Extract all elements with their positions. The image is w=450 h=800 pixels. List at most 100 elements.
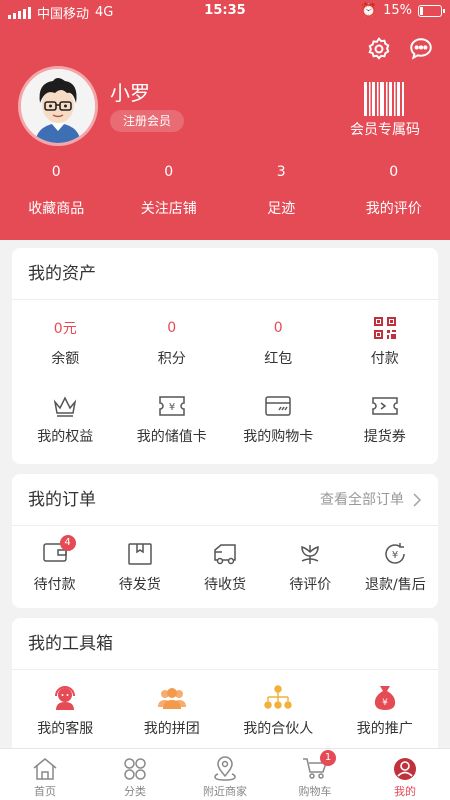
- tab-nearby[interactable]: 附近商家: [180, 749, 270, 800]
- order-pending-review[interactable]: 待评价: [268, 540, 353, 594]
- stat-value: 3: [276, 164, 286, 180]
- view-all-orders-link[interactable]: 查看全部订单: [320, 474, 422, 526]
- assets-title: 我的资产: [12, 248, 438, 300]
- promotion-bag-icon: ¥: [374, 686, 395, 710]
- orders-card: 我的订单 查看全部订单 4 待付款 待发货 待收货 待评价 ¥ 退款/售后: [12, 474, 438, 608]
- tab-home[interactable]: 首页: [0, 749, 90, 800]
- stat-label: 足迹: [267, 201, 296, 217]
- assets-card: 我的资产 0元 余额 0 积分 0 红包 付款 我的权益 ¥ 我的储值卡 我的购…: [12, 248, 438, 464]
- toolbox-card: 我的工具箱 我的客服 我的拼团 我的合伙人 ¥ 我的推广: [12, 618, 438, 758]
- truck-icon: [214, 544, 236, 565]
- asset-benefits[interactable]: 我的权益: [12, 392, 119, 446]
- member-code-label[interactable]: 会员专属码: [350, 119, 420, 139]
- asset-label: 提货券: [363, 429, 406, 445]
- tool-label: 我的推广: [356, 721, 413, 737]
- alarm-icon: ⏰: [360, 3, 378, 18]
- shopping-card-icon: [265, 396, 291, 416]
- username: 小罗: [110, 81, 150, 105]
- barcode-icon[interactable]: [363, 82, 405, 116]
- category-icon: [124, 758, 146, 780]
- asset-stored-value-card[interactable]: ¥ 我的储值卡: [119, 392, 226, 446]
- asset-balance[interactable]: 0元 余额: [12, 314, 119, 368]
- view-all-orders-label: 查看全部订单: [320, 492, 404, 508]
- stat-favorites[interactable]: 0 收藏商品: [0, 164, 113, 218]
- profile-header: 小罗 注册会员 会员专属码 0 收藏商品 0 关注店铺 3 足迹 0 我的评价: [0, 22, 450, 240]
- status-bar: 中国移动 4G 15:35 ⏰ 15%: [0, 0, 450, 22]
- stored-value-card-icon: ¥: [159, 396, 185, 416]
- battery-percent: 15%: [383, 3, 412, 18]
- stat-value: 0: [389, 164, 399, 180]
- asset-value: 0元: [53, 321, 77, 337]
- tool-customer-service[interactable]: 我的客服: [12, 684, 119, 738]
- asset-red-packets[interactable]: 0 红包: [225, 314, 332, 368]
- assets-bottom-row: 我的权益 ¥ 我的储值卡 我的购物卡 提货券: [12, 392, 438, 446]
- tab-label: 分类: [124, 785, 146, 798]
- tab-mine[interactable]: 我的: [360, 749, 450, 800]
- order-pending-receipt[interactable]: 待收货: [182, 540, 267, 594]
- home-icon: [33, 758, 57, 780]
- order-pending-shipment[interactable]: 待发货: [97, 540, 182, 594]
- bottom-tab-bar: 首页 分类 附近商家 1 购物车 我的: [0, 748, 450, 800]
- refund-icon: ¥: [385, 543, 406, 564]
- stat-value: 0: [164, 164, 174, 180]
- asset-pay[interactable]: 付款: [332, 314, 439, 368]
- chevron-right-icon: [413, 493, 422, 507]
- order-label: 待付款: [33, 577, 76, 593]
- order-label: 退款/售后: [365, 577, 426, 593]
- message-icon[interactable]: [408, 36, 434, 62]
- voucher-icon: [372, 397, 398, 415]
- stat-footprints[interactable]: 3 足迹: [225, 164, 338, 218]
- tab-label: 首页: [34, 785, 56, 798]
- stat-reviews[interactable]: 0 我的评价: [338, 164, 450, 218]
- svg-text:¥: ¥: [169, 402, 175, 413]
- asset-label: 积分: [157, 351, 186, 367]
- orders-title-row: 我的订单 查看全部订单: [12, 474, 438, 526]
- order-pending-payment[interactable]: 4 待付款: [12, 535, 97, 594]
- tool-promotion[interactable]: ¥ 我的推广: [332, 684, 439, 738]
- asset-voucher[interactable]: 提货券: [332, 392, 439, 446]
- pending-payment-badge: 4: [59, 535, 76, 551]
- flower-icon: [301, 545, 319, 564]
- asset-shopping-card[interactable]: 我的购物卡: [225, 392, 332, 446]
- asset-value: 0: [273, 320, 283, 336]
- asset-label: 红包: [264, 351, 293, 367]
- group-buy-icon: [157, 688, 186, 709]
- cart-badge: 1: [320, 749, 336, 766]
- stat-followed-stores[interactable]: 0 关注店铺: [113, 164, 226, 218]
- asset-points[interactable]: 0 积分: [119, 314, 226, 368]
- stat-label: 关注店铺: [140, 201, 197, 217]
- order-label: 待评价: [289, 577, 332, 593]
- order-refund[interactable]: ¥ 退款/售后: [353, 540, 438, 594]
- asset-value: 0: [167, 320, 177, 336]
- assets-top-row: 0元 余额 0 积分 0 红包 付款: [12, 314, 438, 368]
- asset-label: 付款: [370, 351, 399, 367]
- svg-text:¥: ¥: [392, 550, 398, 561]
- settings-icon[interactable]: [366, 36, 392, 62]
- battery-icon: [418, 4, 445, 17]
- avatar-image: [21, 69, 95, 143]
- qr-code-icon: [373, 317, 396, 339]
- asset-label: 我的权益: [37, 429, 94, 445]
- member-level-badge: 注册会员: [110, 110, 184, 132]
- tool-partner[interactable]: 我的合伙人: [225, 684, 332, 738]
- stat-label: 收藏商品: [28, 201, 85, 217]
- location-icon: [214, 756, 236, 781]
- tab-label: 附近商家: [203, 785, 247, 798]
- tab-label: 我的: [394, 785, 416, 798]
- orders-title: 我的订单: [28, 490, 96, 510]
- asset-label: 我的储值卡: [136, 429, 207, 445]
- toolbox-row: 我的客服 我的拼团 我的合伙人 ¥ 我的推广: [12, 684, 438, 738]
- order-label: 待收货: [204, 577, 246, 593]
- tab-cart[interactable]: 1 购物车: [270, 749, 360, 800]
- tab-category[interactable]: 分类: [90, 749, 180, 800]
- orders-row: 4 待付款 待发货 待收货 待评价 ¥ 退款/售后: [12, 535, 438, 594]
- asset-label: 我的购物卡: [243, 429, 314, 445]
- avatar[interactable]: [18, 66, 98, 146]
- stats-row: 0 收藏商品 0 关注店铺 3 足迹 0 我的评价: [0, 164, 450, 218]
- toolbox-title: 我的工具箱: [12, 618, 438, 670]
- user-icon: [394, 758, 416, 780]
- svg-text:¥: ¥: [382, 698, 388, 708]
- tool-group-buy[interactable]: 我的拼团: [119, 684, 226, 738]
- stat-value: 0: [51, 164, 61, 180]
- package-icon: [128, 543, 152, 565]
